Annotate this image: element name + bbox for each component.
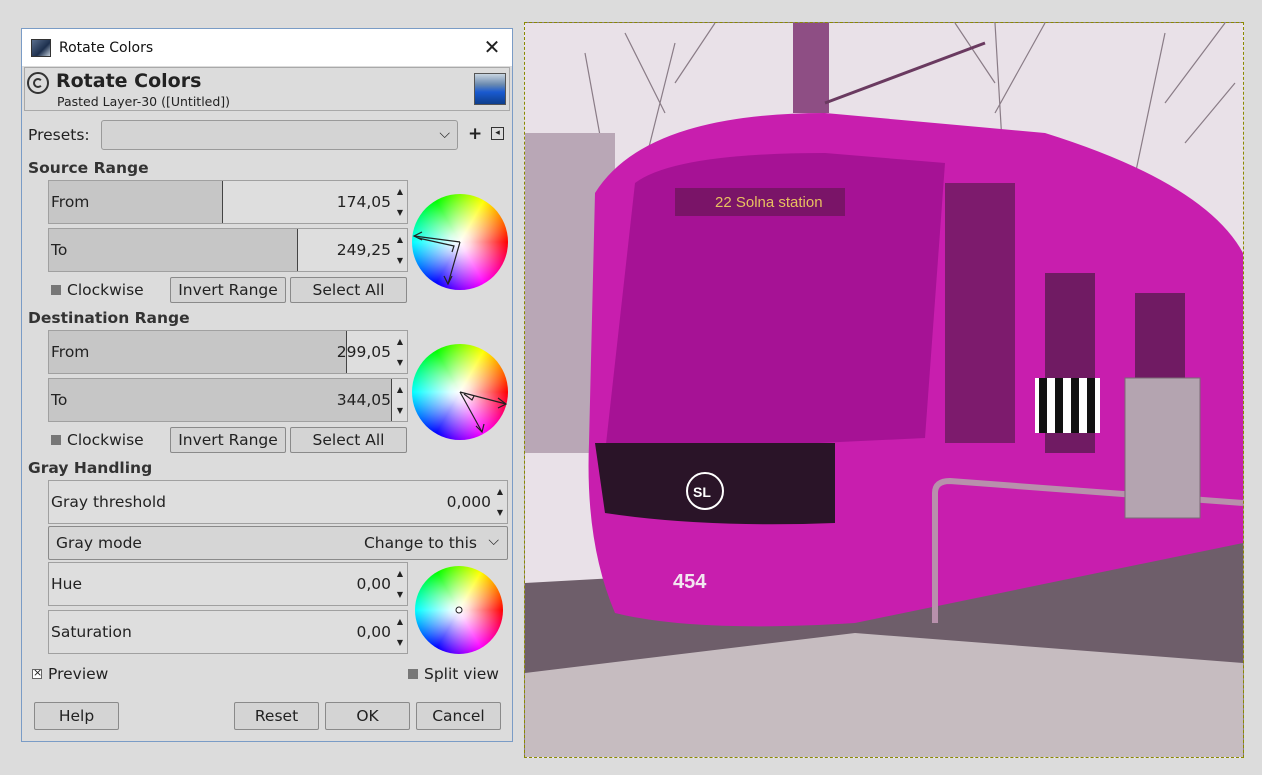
destination-range-heading: Destination Range — [28, 309, 190, 327]
gray-threshold-label: Gray threshold — [51, 493, 166, 511]
destination-hue-wheel[interactable] — [412, 344, 508, 440]
saturation-label: Saturation — [51, 623, 132, 641]
destination-from-label: From — [51, 343, 90, 361]
presets-label: Presets: — [28, 126, 90, 144]
presets-combo[interactable]: ⌵ — [101, 120, 458, 150]
preview-checkbox[interactable]: Preview — [32, 665, 108, 683]
tram-photo: 22 Solna station SL 454 — [525, 23, 1243, 757]
source-to-value: 249,25 — [336, 241, 391, 259]
split-view-label: Split view — [424, 665, 499, 683]
window-titlebar[interactable]: Rotate Colors ✕ — [22, 29, 512, 66]
checkbox-icon — [51, 285, 61, 295]
help-button[interactable]: Help — [34, 702, 119, 730]
destination-to-value: 344,05 — [336, 391, 391, 409]
gimp-app-icon — [31, 38, 51, 57]
spin-arrows-icon[interactable]: ▲ ▼ — [393, 611, 407, 653]
hue-value: 0,00 — [356, 575, 391, 593]
source-select-all-button[interactable]: Select All — [290, 277, 407, 303]
gimp-logo-icon — [27, 72, 49, 94]
destination-clockwise-label: Clockwise — [67, 431, 144, 449]
layer-name: Pasted Layer-30 ([Untitled]) — [57, 94, 231, 109]
gray-target-marker — [455, 606, 463, 614]
source-invert-range-button[interactable]: Invert Range — [170, 277, 286, 303]
preview-label: Preview — [48, 665, 109, 683]
window-title: Rotate Colors — [59, 39, 154, 56]
source-clockwise-checkbox[interactable]: Clockwise — [51, 281, 144, 299]
source-hue-wheel[interactable] — [412, 194, 508, 290]
checkbox-icon — [51, 435, 61, 445]
source-to-label: To — [51, 241, 68, 259]
spin-arrows-icon[interactable]: ▲ ▼ — [393, 181, 407, 223]
dialog-header: Rotate Colors Pasted Layer-30 ([Untitled… — [24, 67, 510, 111]
hue-label: Hue — [51, 575, 83, 593]
gray-threshold-scale[interactable]: Gray threshold 0,000 ▲ ▼ — [48, 480, 508, 524]
hue-scale[interactable]: Hue 0,00 ▲ ▼ — [48, 562, 408, 606]
ok-button[interactable]: OK — [325, 702, 410, 730]
reset-button[interactable]: Reset — [234, 702, 319, 730]
saturation-scale[interactable]: Saturation 0,00 ▲ ▼ — [48, 610, 408, 654]
chevron-down-icon: ⌵ — [488, 533, 499, 549]
close-icon[interactable]: ✕ — [478, 33, 506, 61]
spin-arrows-icon[interactable]: ▲ ▼ — [393, 331, 407, 373]
spin-arrows-icon[interactable]: ▲ ▼ — [493, 481, 507, 523]
layer-thumbnail — [474, 73, 506, 105]
gray-mode-label: Gray mode — [56, 534, 142, 552]
source-to-scale[interactable]: To 249,25 ▲ ▼ — [48, 228, 408, 272]
spin-arrows-icon[interactable]: ▲ ▼ — [393, 379, 407, 421]
gray-hue-wheel[interactable] — [415, 566, 503, 654]
destination-sign-text: 22 Solna station — [715, 194, 823, 211]
gray-handling-heading: Gray Handling — [28, 459, 153, 477]
checkbox-checked-icon — [32, 666, 42, 679]
rotate-colors-dialog: Rotate Colors ✕ Rotate Colors Pasted Lay… — [21, 28, 513, 742]
source-clockwise-label: Clockwise — [67, 281, 144, 299]
tram-number-text: 454 — [673, 571, 707, 593]
preset-menu-icon[interactable]: ◂ — [491, 127, 504, 140]
spin-arrows-icon[interactable]: ▲ ▼ — [393, 563, 407, 605]
gray-mode-value: Change to this — [363, 534, 477, 552]
source-from-value: 174,05 — [336, 193, 391, 211]
gray-mode-combo[interactable]: Gray mode Change to this ⌵ — [48, 526, 508, 560]
source-range-arrows — [412, 231, 461, 286]
add-preset-icon[interactable]: + — [468, 124, 482, 144]
destination-to-label: To — [51, 391, 68, 409]
destination-from-scale[interactable]: From 299,05 ▲ ▼ — [48, 330, 408, 374]
source-range-heading: Source Range — [28, 159, 149, 177]
cancel-button[interactable]: Cancel — [416, 702, 501, 730]
destination-from-value: 299,05 — [336, 343, 391, 361]
gray-threshold-value: 0,000 — [446, 493, 491, 511]
destination-range-arrows — [459, 391, 508, 434]
split-view-checkbox[interactable]: Split view — [408, 665, 499, 683]
image-canvas[interactable]: 22 Solna station SL 454 — [524, 22, 1244, 758]
source-from-scale[interactable]: From 174,05 ▲ ▼ — [48, 180, 408, 224]
tram-logo-text: SL — [693, 484, 711, 500]
destination-to-scale[interactable]: To 344,05 ▲ ▼ — [48, 378, 408, 422]
spin-arrows-icon[interactable]: ▲ ▼ — [393, 229, 407, 271]
chevron-down-icon: ⌵ — [439, 126, 450, 142]
saturation-value: 0,00 — [356, 623, 391, 641]
destination-invert-range-button[interactable]: Invert Range — [170, 427, 286, 453]
destination-clockwise-checkbox[interactable]: Clockwise — [51, 431, 144, 449]
destination-from-fill — [49, 331, 348, 373]
source-to-fill — [49, 229, 298, 271]
dialog-title: Rotate Colors — [56, 70, 202, 92]
source-from-label: From — [51, 193, 90, 211]
checkbox-icon — [408, 669, 418, 679]
destination-select-all-button[interactable]: Select All — [290, 427, 407, 453]
